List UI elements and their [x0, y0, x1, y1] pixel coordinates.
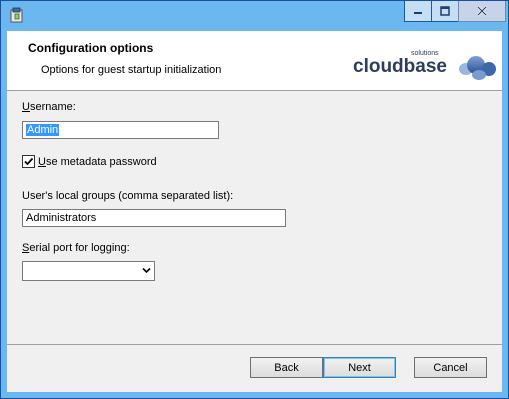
use-metadata-password-label[interactable]: Use metadata password — [38, 156, 157, 168]
installer-app-icon — [10, 7, 23, 23]
local-groups-input[interactable]: Administrators — [22, 209, 286, 227]
maximize-icon — [440, 6, 450, 16]
wizard-header: Configuration options Options for guest … — [7, 31, 502, 91]
username-label-text: sername: — [29, 101, 76, 113]
back-button[interactable]: Back — [250, 357, 323, 378]
local-groups-label: User's local groups (comma separated lis… — [22, 190, 233, 202]
serial-port-label: Serial port for logging: — [22, 242, 130, 254]
serial-label-text: erial port for logging: — [29, 242, 130, 254]
metadata-label-accesskey: U — [38, 156, 46, 168]
footer-divider — [7, 344, 502, 345]
cloudbase-logo: cloudbase solutions — [353, 50, 496, 80]
dialog-client-area: Configuration options Options for guest … — [7, 31, 502, 392]
close-button[interactable] — [458, 1, 506, 22]
username-label-accesskey: U — [22, 101, 30, 113]
close-icon — [477, 6, 487, 16]
serial-port-select[interactable] — [22, 261, 155, 281]
groups-label-text: roups (comma separated list): — [87, 190, 234, 202]
checkmark-icon — [24, 157, 34, 166]
username-label: Username: — [22, 101, 76, 113]
maximize-button[interactable] — [431, 1, 459, 22]
username-input[interactable]: Admin — [22, 121, 219, 139]
logo-text: cloudbase — [353, 56, 447, 77]
page-subtitle: Options for guest startup initialization — [41, 64, 222, 76]
minimize-button[interactable] — [404, 1, 432, 22]
local-groups-value: Administrators — [26, 212, 97, 224]
use-metadata-password-checkbox[interactable] — [22, 155, 35, 168]
metadata-label-text: se metadata password — [45, 156, 157, 168]
title-bar[interactable] — [1, 1, 508, 31]
username-value: Admin — [26, 124, 60, 136]
groups-label-prefix: User's local — [22, 190, 82, 202]
page-title: Configuration options — [28, 41, 154, 55]
cancel-button[interactable]: Cancel — [414, 357, 487, 378]
next-button[interactable]: Next — [323, 357, 396, 378]
logo-subtext: solutions — [411, 50, 439, 57]
minimize-icon — [414, 12, 422, 14]
installer-window: Configuration options Options for guest … — [0, 0, 509, 399]
chevron-down-icon — [142, 267, 151, 274]
